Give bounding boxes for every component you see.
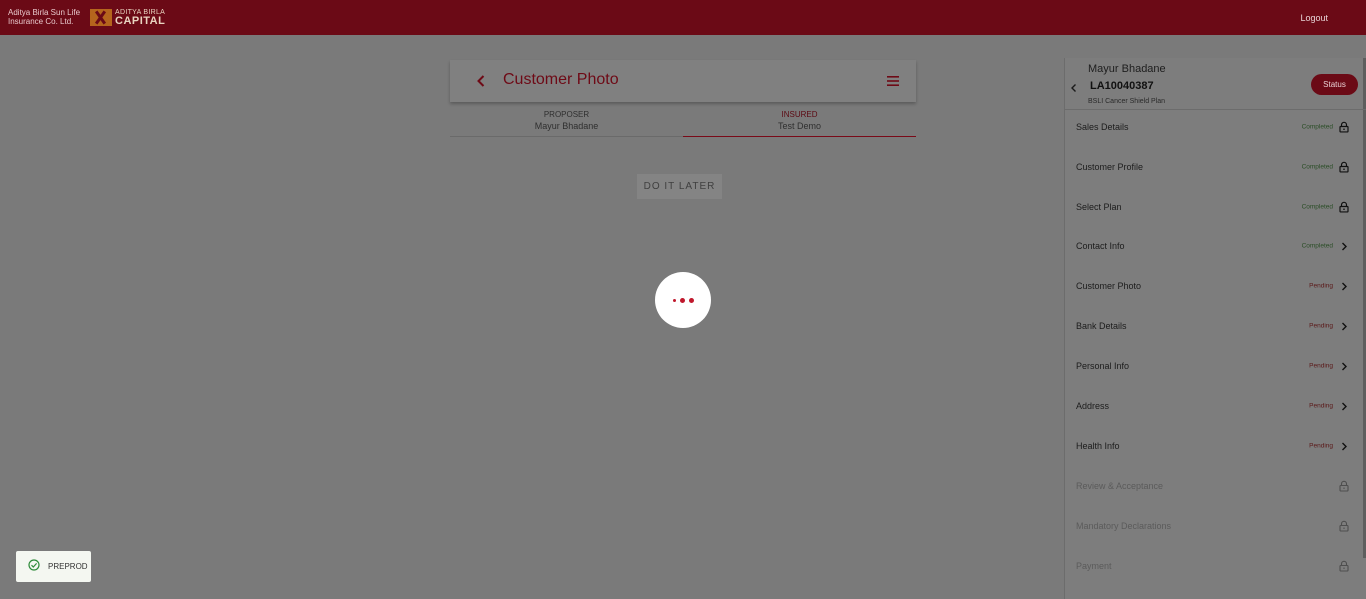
logo-text: ADITYA BIRLA CAPITAL bbox=[115, 8, 166, 27]
sidebar-item-label: Personal Info bbox=[1076, 361, 1130, 371]
check-circle-icon bbox=[28, 558, 40, 576]
lock-icon bbox=[1339, 201, 1349, 213]
spinner-dot bbox=[688, 297, 694, 303]
tab-name: Mayur Bhadane bbox=[534, 121, 599, 131]
sidebar-item-label: Sales Details bbox=[1076, 122, 1129, 132]
lock-icon bbox=[1339, 560, 1349, 572]
aditya-birla-capital-logo: ADITYA BIRLA CAPITAL bbox=[90, 8, 166, 27]
status-text: Completed bbox=[1301, 163, 1333, 171]
tab-role: PROPOSER bbox=[543, 110, 590, 119]
sidebar-item-mandatory-declarations: Mandatory Declarations bbox=[1065, 506, 1363, 546]
status-button[interactable]: Status bbox=[1311, 74, 1358, 95]
status-text: Pending bbox=[1309, 362, 1333, 370]
chevron-right-icon bbox=[1339, 321, 1349, 332]
page-title: Customer Photo bbox=[503, 71, 619, 88]
sidebar-item-health-info[interactable]: Health Info Pending bbox=[1065, 426, 1363, 466]
sidebar-item-customer-photo[interactable]: Customer Photo Pending bbox=[1065, 266, 1363, 306]
tab-name: Test Demo bbox=[777, 121, 821, 131]
tab-insured[interactable]: INSURED Test Demo bbox=[683, 108, 916, 137]
chevron-right-icon bbox=[1339, 441, 1349, 452]
chevron-right-icon bbox=[1339, 361, 1349, 372]
brand-line-1: Aditya Birla Sun Life bbox=[8, 8, 81, 17]
sidebar-item-label: Health Info bbox=[1076, 441, 1120, 451]
status-text: Completed bbox=[1301, 242, 1333, 250]
lock-icon bbox=[1339, 480, 1349, 492]
chevron-right-icon bbox=[1339, 401, 1349, 412]
tab-proposer[interactable]: PROPOSER Mayur Bhadane bbox=[450, 108, 683, 136]
lock-icon bbox=[1339, 121, 1349, 133]
sidebar-item-contact-info[interactable]: Contact Info Completed bbox=[1065, 226, 1363, 266]
customer-name: Mayur Bhadane bbox=[1088, 63, 1166, 75]
status-text: Pending bbox=[1309, 282, 1333, 290]
spinner-dot bbox=[672, 298, 676, 302]
status-text: Completed bbox=[1301, 123, 1333, 131]
plan-name: BSLI Cancer Shield Plan bbox=[1088, 98, 1166, 105]
environment-label: PREPROD bbox=[48, 562, 88, 571]
logo-line-2: CAPITAL bbox=[115, 15, 166, 27]
environment-badge: PREPROD bbox=[16, 551, 91, 582]
sidebar-item-address[interactable]: Address Pending bbox=[1065, 386, 1363, 426]
status-text: Pending bbox=[1309, 442, 1333, 450]
logo-mark-icon bbox=[90, 8, 112, 26]
sidebar-item-label: Contact Info bbox=[1076, 241, 1125, 251]
do-it-later-button[interactable]: DO IT LATER bbox=[637, 174, 722, 199]
brand-name: Aditya Birla Sun Life Insurance Co. Ltd. bbox=[8, 8, 80, 26]
sidebar-item-label: Customer Photo bbox=[1076, 281, 1142, 291]
brand-line-2: Insurance Co. Ltd. bbox=[8, 17, 74, 26]
lock-icon bbox=[1339, 161, 1349, 173]
sidebar-item-label: Address bbox=[1076, 401, 1110, 411]
page-header-card: Customer Photo bbox=[450, 60, 916, 102]
sidebar-item-review-acceptance: Review & Acceptance bbox=[1065, 466, 1363, 506]
top-bar: Aditya Birla Sun Life Insurance Co. Ltd.… bbox=[0, 0, 1366, 35]
application-number: LA10040387 bbox=[1090, 80, 1154, 92]
progress-sidebar: Mayur Bhadane LA10040387 BSLI Cancer Shi… bbox=[1064, 58, 1366, 599]
sidebar-item-label: Customer Profile bbox=[1076, 162, 1144, 172]
status-text: Completed bbox=[1301, 203, 1333, 211]
sidebar-item-label: Review & Acceptance bbox=[1076, 481, 1164, 491]
loading-spinner bbox=[655, 272, 711, 328]
sidebar-item-select-plan[interactable]: Select Plan Completed bbox=[1065, 187, 1363, 227]
chevron-right-icon bbox=[1339, 241, 1349, 252]
sidebar-item-payment: Payment bbox=[1065, 546, 1363, 586]
collapse-chevron-icon[interactable] bbox=[1069, 80, 1079, 92]
spinner-dot bbox=[679, 297, 685, 303]
party-tabs: PROPOSER Mayur Bhadane INSURED Test Demo bbox=[450, 108, 916, 137]
tab-role: INSURED bbox=[781, 110, 818, 119]
sidebar-item-label: Mandatory Declarations bbox=[1076, 521, 1172, 531]
sidebar-item-customer-profile[interactable]: Customer Profile Completed bbox=[1065, 147, 1363, 187]
hamburger-menu-icon[interactable] bbox=[886, 74, 900, 88]
status-text: Pending bbox=[1309, 322, 1333, 330]
sidebar-item-bank-details[interactable]: Bank Details Pending bbox=[1065, 306, 1363, 346]
sidebar-item-label: Bank Details bbox=[1076, 321, 1127, 331]
sidebar-item-label: Payment bbox=[1076, 561, 1112, 571]
chevron-left-icon[interactable] bbox=[472, 72, 490, 90]
sidebar-item-sales-details[interactable]: Sales Details Completed bbox=[1065, 107, 1363, 147]
logout-link[interactable]: Logout bbox=[1300, 13, 1328, 23]
chevron-right-icon bbox=[1339, 281, 1349, 292]
status-text: Pending bbox=[1309, 402, 1333, 410]
sidebar-item-personal-info[interactable]: Personal Info Pending bbox=[1065, 346, 1363, 386]
sidebar-item-label: Select Plan bbox=[1076, 202, 1122, 212]
lock-icon bbox=[1339, 520, 1349, 532]
sidebar-header: Mayur Bhadane LA10040387 BSLI Cancer Shi… bbox=[1065, 58, 1366, 110]
